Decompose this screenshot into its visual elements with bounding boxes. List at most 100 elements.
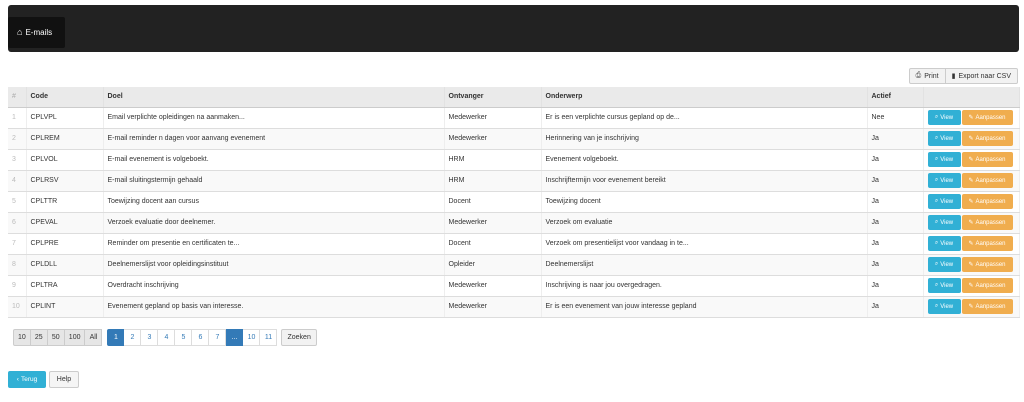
pagination: 10 25 50 100 All 1 2 3 4 5 6 7... 10 11 Zoeken (13, 329, 317, 346)
page-number[interactable]: 10 (243, 329, 261, 346)
cell-doel: Evenement gepland op basis van interesse… (103, 296, 445, 318)
table-row: 9 CPLTRA Overdracht inschrijving Medewerker… (8, 275, 1020, 297)
view-button[interactable]: ⌕ View (927, 299, 961, 314)
back-button[interactable]: ‹ Terug (8, 371, 46, 388)
view-label: View (940, 282, 954, 289)
search-icon: ⌕ (934, 261, 939, 267)
edit-button[interactable]: ✎ Aanpassen (961, 278, 1013, 293)
cell-num: 6 (8, 212, 27, 234)
cell-actions: ⌕ View ✎ Aanpassen (923, 191, 1020, 213)
back-label: Terug (20, 376, 38, 383)
home-icon: ⌂ (17, 27, 23, 37)
edit-label: Aanpassen (975, 240, 1006, 247)
cell-code: CPLTTR (26, 191, 104, 213)
emails-table: # Code Doel Ontvanger Onderwerp Actief 1… (8, 87, 1020, 318)
brand-label: E-mails (25, 28, 53, 37)
col-header-ontvanger[interactable]: Ontvanger (444, 87, 542, 108)
col-header-onderwerp[interactable]: Onderwerp (541, 87, 868, 108)
chevron-left-icon: ‹ (16, 376, 19, 383)
cell-actions: ⌕ View ✎ Aanpassen (923, 128, 1020, 150)
col-header-num[interactable]: # (8, 87, 27, 108)
edit-icon: ✎ (968, 115, 974, 121)
view-button[interactable]: ⌕ View (927, 152, 961, 167)
edit-button[interactable]: ✎ Aanpassen (961, 236, 1013, 251)
edit-icon: ✎ (968, 136, 974, 142)
cell-num: 10 (8, 296, 27, 318)
page-size-group: 10 25 50 100 All (13, 329, 103, 346)
row-actions: ⌕ View ✎ Aanpassen (927, 278, 1015, 293)
edit-label: Aanpassen (975, 135, 1006, 142)
cell-ontvanger: HRM (444, 170, 542, 192)
view-button[interactable]: ⌕ View (927, 173, 961, 188)
cell-num: 5 (8, 191, 27, 213)
view-button[interactable]: ⌕ View (927, 236, 961, 251)
cell-ontvanger: Medewerker (444, 296, 542, 318)
edit-button[interactable]: ✎ Aanpassen (961, 299, 1013, 314)
page-size-option[interactable]: 25 (30, 329, 48, 346)
print-button[interactable]: ⎙ Print (908, 68, 946, 84)
page-number[interactable]: 2 (124, 329, 142, 346)
edit-button[interactable]: ✎ Aanpassen (961, 257, 1013, 272)
cell-doel: Deelnemerslijst voor opleidingsinstituut (103, 254, 445, 276)
edit-button[interactable]: ✎ Aanpassen (961, 131, 1013, 146)
edit-icon: ✎ (968, 241, 974, 247)
search-icon: ⌕ (934, 177, 939, 183)
view-button[interactable]: ⌕ View (927, 215, 961, 230)
col-header-code[interactable]: Code (26, 87, 104, 108)
cell-doel: Reminder om presentie en certificaten te… (103, 233, 445, 255)
cell-num: 9 (8, 275, 27, 297)
page-number[interactable]: 6 (192, 329, 210, 346)
page-number[interactable]: 5 (175, 329, 193, 346)
page-size-option[interactable]: 50 (47, 329, 65, 346)
edit-label: Aanpassen (975, 198, 1006, 205)
search-icon: ⌕ (934, 219, 939, 225)
cell-num: 4 (8, 170, 27, 192)
view-button[interactable]: ⌕ View (927, 278, 961, 293)
cell-code: CPLREM (26, 128, 104, 150)
view-label: View (940, 219, 954, 226)
page-number[interactable]: 3 (141, 329, 159, 346)
view-button[interactable]: ⌕ View (927, 194, 961, 209)
table-header-row: # Code Doel Ontvanger Onderwerp Actief (8, 87, 1020, 108)
cell-code: CPLRSV (26, 170, 104, 192)
cell-onderwerp: Er is een verplichte cursus gepland op d… (541, 107, 868, 129)
cell-ontvanger: Docent (444, 191, 542, 213)
page-number[interactable]: 11 (260, 329, 278, 346)
edit-button[interactable]: ✎ Aanpassen (961, 215, 1013, 230)
edit-button[interactable]: ✎ Aanpassen (961, 110, 1013, 125)
page-number[interactable]: 4 (158, 329, 176, 346)
edit-label: Aanpassen (975, 156, 1006, 163)
edit-button[interactable]: ✎ Aanpassen (961, 152, 1013, 167)
view-button[interactable]: ⌕ View (927, 131, 961, 146)
cell-num: 7 (8, 233, 27, 255)
page-number[interactable]: 7 (209, 329, 227, 346)
col-header-actions (923, 87, 1020, 108)
export-csv-button[interactable]: ▮ Export naar CSV (945, 68, 1018, 84)
cell-num: 2 (8, 128, 27, 150)
cell-onderwerp: Deelnemerslijst (541, 254, 868, 276)
top-navbar: ⌂ E-mails (8, 5, 1019, 52)
edit-icon: ✎ (968, 157, 974, 163)
page-size-option[interactable]: All (85, 329, 103, 346)
page-number[interactable]: 1 (107, 329, 125, 346)
search-button[interactable]: Zoeken (281, 329, 317, 346)
brand-link[interactable]: ⌂ E-mails (8, 17, 65, 48)
view-button[interactable]: ⌕ View (927, 110, 961, 125)
table-row: 5 CPLTTR Toewijzing docent aan cursus Docen… (8, 191, 1020, 213)
row-actions: ⌕ View ✎ Aanpassen (927, 299, 1015, 314)
col-header-actief[interactable]: Actief (867, 87, 924, 108)
edit-icon: ✎ (968, 178, 974, 184)
page-ellipsis[interactable]: ... (226, 329, 244, 346)
cell-num: 3 (8, 149, 27, 171)
search-icon: ⌕ (934, 240, 939, 246)
table-row: 7 CPLPRE Reminder om presentie en certific… (8, 233, 1020, 255)
cell-onderwerp: Evenement volgeboekt. (541, 149, 868, 171)
edit-button[interactable]: ✎ Aanpassen (961, 194, 1013, 209)
page-size-option[interactable]: 100 (64, 329, 86, 346)
view-button[interactable]: ⌕ View (927, 257, 961, 272)
edit-button[interactable]: ✎ Aanpassen (961, 173, 1013, 188)
col-header-doel[interactable]: Doel (103, 87, 445, 108)
page-size-option[interactable]: 10 (13, 329, 31, 346)
help-button[interactable]: Help (49, 371, 79, 388)
cell-doel: Email verplichte opleidingen na aanmaken… (103, 107, 445, 129)
